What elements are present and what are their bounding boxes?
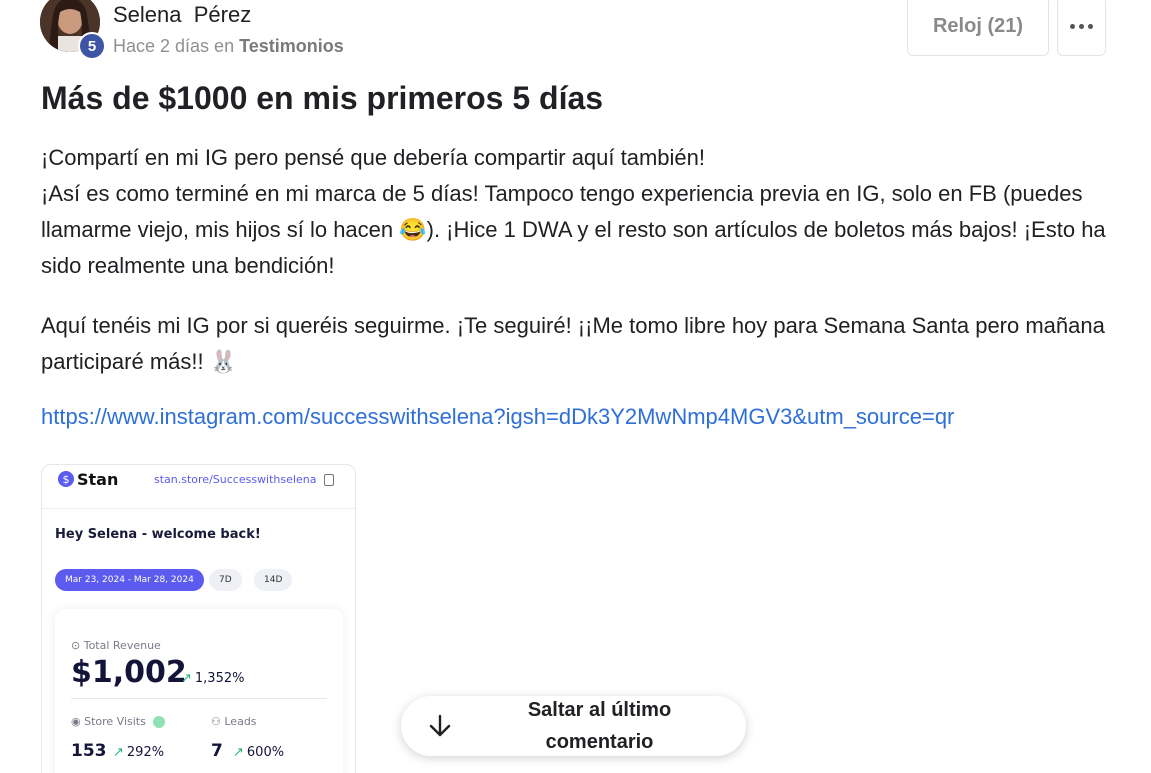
trend-up-icon: ↗ — [181, 671, 192, 686]
arrow-down-icon — [401, 713, 479, 739]
post-line-2: ¡Así es como terminé en mi marca de 5 dí… — [41, 181, 1106, 278]
more-options-button[interactable] — [1057, 0, 1106, 56]
author-avatar-container[interactable]: 5 — [40, 0, 106, 60]
copy-icon — [324, 474, 334, 486]
post-meta: Hace 2 días en Testimonios — [113, 36, 344, 57]
revenue-value: $1,002 — [71, 655, 187, 690]
visits-change-text: 292% — [126, 745, 165, 760]
more-dots-icon-dot — [1088, 23, 1093, 29]
visits-label: ◉ Store Visits — [71, 715, 166, 728]
post-paragraph-1: ¡Compartí en mi IG pero pensé que deberí… — [41, 140, 1116, 284]
post-image[interactable]: $ Stan stan.store/Successwithselena Hey … — [41, 464, 356, 773]
jump-label: Saltar al último comentario — [527, 699, 672, 753]
live-dot-icon — [153, 716, 166, 728]
leads-label: ⚇ Leads — [211, 715, 257, 728]
leads-label-text: Leads — [224, 715, 257, 728]
post-time: Hace 2 días en — [113, 36, 235, 56]
more-dots-icon-dot — [1079, 23, 1084, 29]
users-icon: ⚇ — [211, 715, 221, 728]
post-body: ¡Compartí en mi IG pero pensé que deberí… — [41, 140, 1116, 404]
trend-up-icon: ↗ — [113, 745, 124, 760]
stan-logo-icon: $ — [58, 471, 74, 487]
leads-value: 7 — [211, 741, 223, 761]
post-paragraph-2: Aquí tenéis mi IG por si queréis seguirm… — [41, 313, 1105, 374]
revenue-label-text: Total Revenue — [83, 639, 161, 652]
revenue-change-text: 1,352% — [194, 671, 245, 686]
leads-change: ↗ 600% — [233, 745, 284, 760]
visits-change: ↗ 292% — [113, 745, 164, 760]
post-category-link[interactable]: Testimonios — [239, 36, 344, 56]
stan-date-range: Mar 23, 2024 - Mar 28, 2024 — [55, 569, 204, 591]
post-line-1: ¡Compartí en mi IG pero pensé que deberí… — [41, 145, 706, 170]
trend-up-icon: ↗ — [233, 745, 244, 760]
dollar-circle-icon: ⊙ — [71, 639, 81, 652]
stan-url: stan.store/Successwithselena — [154, 473, 317, 486]
stan-stats-panel: ⊙ Total Revenue $1,002 ↗ 1,352% ◉ Store V… — [55, 609, 343, 773]
visits-label-text: Store Visits — [84, 715, 146, 728]
more-dots-icon — [1070, 23, 1075, 29]
post-title: Más de $1000 en mis primeros 5 días — [41, 80, 604, 116]
stan-greeting: Hey Selena - welcome back! — [55, 527, 261, 542]
watch-button[interactable]: Reloj (21) — [907, 0, 1049, 56]
stan-brand: Stan — [77, 470, 119, 489]
leads-change-text: 600% — [246, 745, 285, 760]
revenue-label: ⊙ Total Revenue — [71, 639, 161, 652]
stan-chip-14d: 14D — [254, 569, 293, 591]
stan-chip-7d: 7D — [209, 569, 242, 591]
revenue-change: ↗ 1,352% — [181, 671, 244, 686]
author-name[interactable]: Selena Pérez — [113, 2, 251, 28]
visits-value: 153 — [71, 741, 107, 761]
divider — [71, 698, 327, 699]
instagram-link[interactable]: https://www.instagram.com/successwithsel… — [41, 404, 954, 430]
stan-header: $ Stan stan.store/Successwithselena — [42, 465, 355, 509]
eye-icon: ◉ — [71, 715, 81, 728]
jump-to-last-comment-button[interactable]: Saltar al último comentario — [401, 696, 746, 756]
level-badge: 5 — [78, 32, 106, 60]
